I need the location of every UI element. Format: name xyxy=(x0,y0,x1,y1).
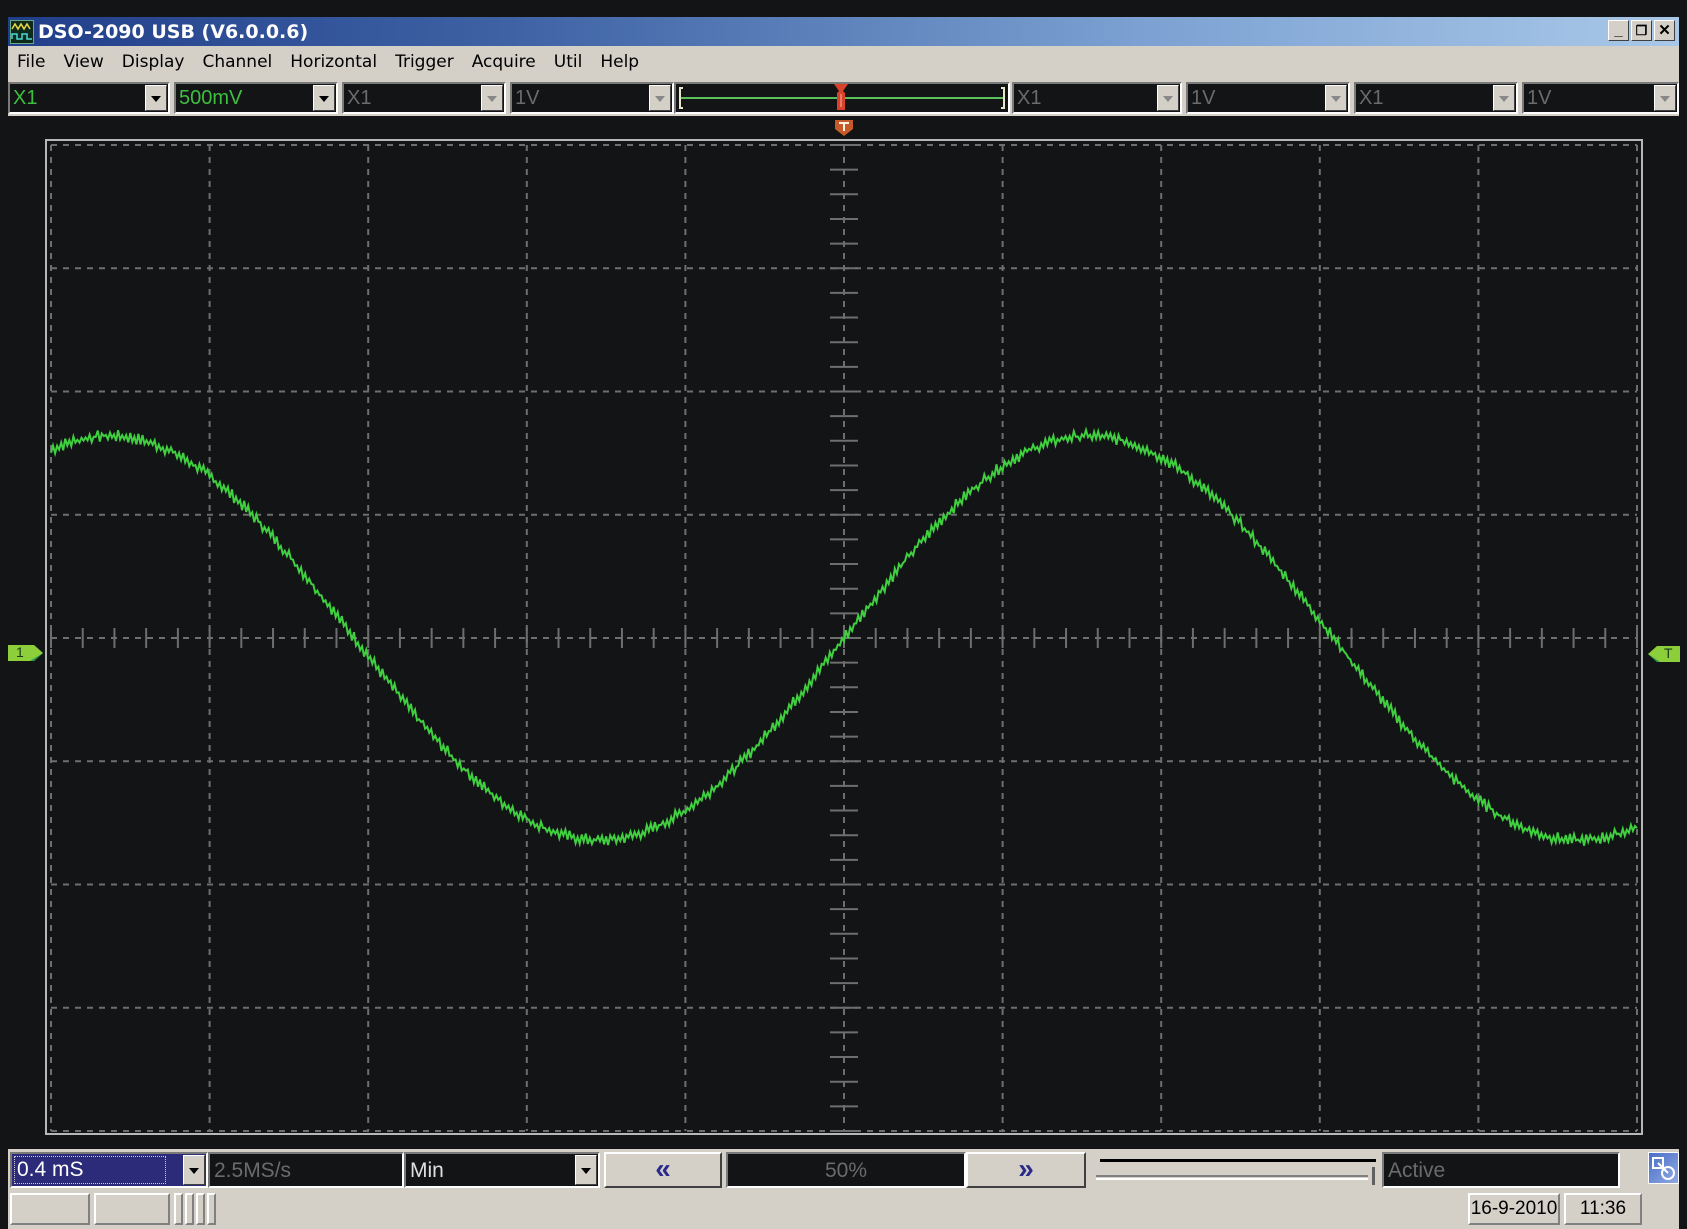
chevron-down-icon[interactable] xyxy=(1654,85,1676,111)
chevron-down-icon[interactable] xyxy=(1493,85,1515,111)
acquisition-status-display: Active xyxy=(1382,1152,1620,1188)
menu-acquire[interactable]: Acquire xyxy=(463,52,545,72)
scroll-right-button[interactable]: » xyxy=(966,1152,1086,1188)
chevron-down-icon[interactable] xyxy=(649,85,671,111)
chevron-down-icon[interactable] xyxy=(145,85,167,111)
ch4-volts-select[interactable]: 1V xyxy=(1522,82,1679,114)
menu-view[interactable]: View xyxy=(54,52,112,72)
ch1-volts-select[interactable]: 500mV xyxy=(174,82,338,114)
menu-help[interactable]: Help xyxy=(591,52,648,72)
minimize-button[interactable]: _ xyxy=(1608,20,1629,41)
ch3-volts-select[interactable]: 1V xyxy=(1186,82,1350,114)
time-div-value: 0.4 mS xyxy=(14,1156,166,1184)
chevron-down-icon[interactable] xyxy=(1157,85,1179,111)
channel1-marker-label: 1 xyxy=(16,644,24,660)
chevron-down-icon[interactable] xyxy=(313,85,335,111)
status-panel-4 xyxy=(185,1193,194,1225)
status-bar: 16-9-2010 11:36 xyxy=(8,1189,1679,1229)
close-button[interactable]: ✕ xyxy=(1654,20,1675,41)
ch3-probe-value: X1 xyxy=(1017,87,1042,109)
ch4-probe-value: X1 xyxy=(1359,87,1384,109)
status-panel-1 xyxy=(10,1193,90,1225)
double-chevron-right-icon: » xyxy=(1018,1153,1034,1184)
acquisition-status-value: Active xyxy=(1388,1159,1446,1182)
title-bar: DSO-2090 USB (V6.0.0.6) _ ❐ ✕ xyxy=(8,17,1679,46)
status-time: 11:36 xyxy=(1564,1193,1642,1225)
chevron-down-icon[interactable] xyxy=(183,1155,205,1185)
app-icon xyxy=(10,19,34,44)
oscilloscope-screen[interactable] xyxy=(45,139,1643,1135)
ch4-volts-value: 1V xyxy=(1527,87,1552,109)
menu-bar: File View Display Channel Horizontal Tri… xyxy=(8,46,1679,78)
status-panel-6 xyxy=(207,1193,216,1225)
sample-rate-display: 2.5MS/s xyxy=(208,1152,404,1188)
horizontal-control-bar: 0.4 mS 2.5MS/s Min « 50% » Active xyxy=(8,1149,1679,1189)
time-div-select[interactable]: 0.4 mS xyxy=(10,1152,208,1188)
status-date: 16-9-2010 xyxy=(1468,1193,1560,1225)
status-panel-5 xyxy=(196,1193,205,1225)
ch2-volts-value: 1V xyxy=(515,87,540,109)
ch3-volts-value: 1V xyxy=(1191,87,1216,109)
restore-button[interactable]: ❐ xyxy=(1631,20,1652,41)
chevron-down-icon[interactable] xyxy=(481,85,503,111)
window-title: DSO-2090 USB (V6.0.0.6) xyxy=(38,20,309,43)
ch2-probe-value: X1 xyxy=(347,87,372,109)
status-panel-3 xyxy=(174,1193,183,1225)
trigger-time-marker[interactable] xyxy=(833,118,855,138)
ch1-volts-value: 500mV xyxy=(179,87,243,109)
menu-trigger[interactable]: Trigger xyxy=(386,52,463,72)
acquire-mode-select[interactable]: Min xyxy=(404,1152,600,1188)
ch2-volts-select[interactable]: 1V xyxy=(510,82,674,114)
menu-horizontal[interactable]: Horizontal xyxy=(281,52,386,72)
acquire-mode-value: Min xyxy=(410,1159,444,1182)
menu-file[interactable]: File xyxy=(8,52,54,72)
chevron-down-icon[interactable] xyxy=(1325,85,1347,111)
trigger-position-value: 50% xyxy=(824,1159,868,1182)
trigger-position-slider[interactable] xyxy=(674,82,1010,114)
status-panel-2 xyxy=(94,1193,170,1225)
ch1-probe-value: X1 xyxy=(13,87,38,109)
ch4-probe-select[interactable]: X1 xyxy=(1354,82,1518,114)
menu-display[interactable]: Display xyxy=(113,52,194,72)
chevron-down-icon[interactable] xyxy=(575,1155,597,1185)
connection-icon[interactable] xyxy=(1648,1152,1679,1184)
trigger-position-handle[interactable] xyxy=(831,83,851,113)
ch1-probe-select[interactable]: X1 xyxy=(8,82,170,114)
scroll-left-button[interactable]: « xyxy=(604,1152,722,1188)
double-chevron-left-icon: « xyxy=(655,1153,671,1184)
trigger-level-marker[interactable]: T xyxy=(1648,645,1680,668)
horizontal-scroll-slider[interactable] xyxy=(1092,1153,1382,1187)
trigger-position-display: 50% xyxy=(726,1152,966,1188)
menu-util[interactable]: Util xyxy=(545,52,592,72)
ch2-probe-select[interactable]: X1 xyxy=(342,82,506,114)
channel1-ground-marker[interactable]: 1 xyxy=(8,644,44,667)
ch3-probe-select[interactable]: X1 xyxy=(1012,82,1182,114)
menu-channel[interactable]: Channel xyxy=(193,52,281,72)
sample-rate-value: 2.5MS/s xyxy=(214,1159,292,1182)
trigger-level-label: T xyxy=(1664,645,1673,661)
